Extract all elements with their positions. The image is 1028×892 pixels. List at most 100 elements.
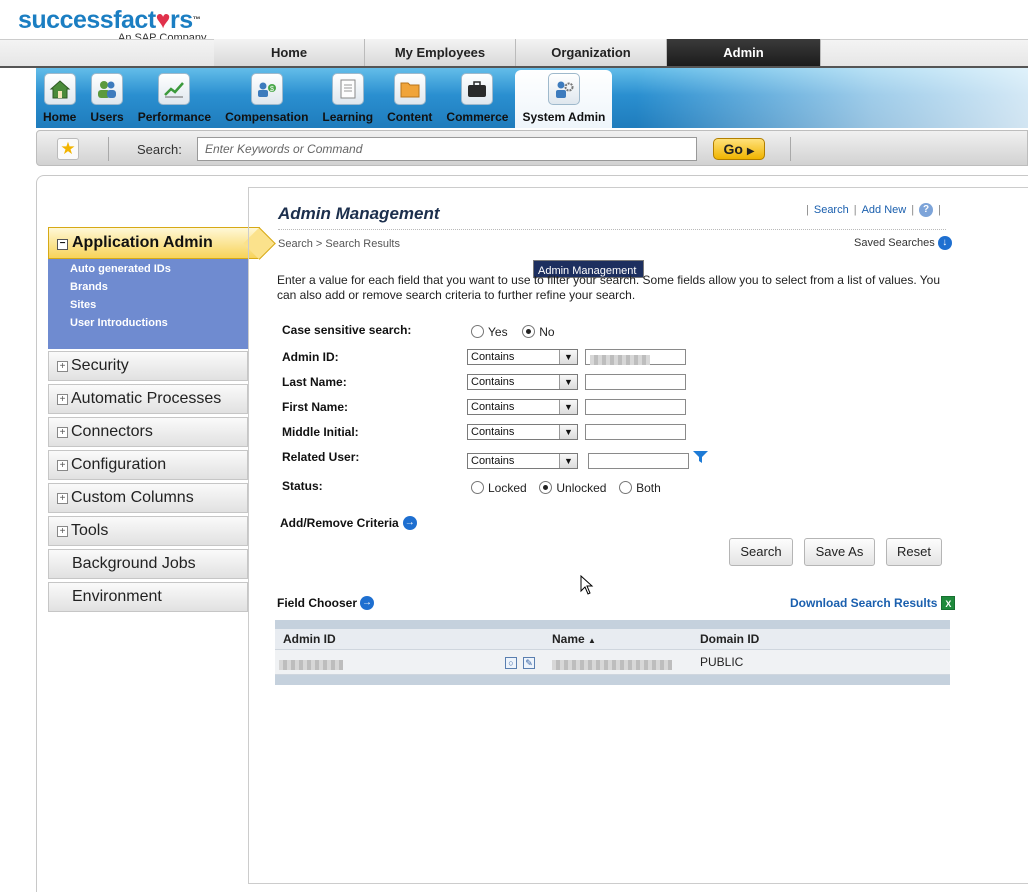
add-remove-criteria-link[interactable]: Add/Remove Criteria → bbox=[280, 516, 417, 530]
status-label: Status: bbox=[282, 479, 323, 493]
top-tab-home[interactable]: Home bbox=[214, 39, 365, 66]
status-locked-radio[interactable] bbox=[471, 481, 484, 494]
view-icon[interactable]: ○ bbox=[505, 656, 517, 669]
search-button[interactable]: Search bbox=[729, 538, 793, 566]
successfactors-logo[interactable]: successfact♥rs™ An SAP Company bbox=[18, 6, 206, 44]
admin-id-operator-select[interactable]: Contains ▼ bbox=[467, 349, 578, 365]
search-bar-divider-right bbox=[790, 137, 791, 161]
download-search-results-link[interactable]: Download Search Results X bbox=[790, 596, 956, 610]
help-icon[interactable]: ? bbox=[919, 203, 934, 217]
search-bar-divider bbox=[108, 137, 109, 161]
chevron-down-icon: ▼ bbox=[559, 375, 577, 389]
module-compensation[interactable]: $ Compensation bbox=[218, 68, 315, 128]
system-admin-icon bbox=[547, 73, 580, 105]
results-table-topbar bbox=[275, 620, 950, 629]
reset-button[interactable]: Reset bbox=[886, 538, 942, 566]
logo-wordmark: successfact♥rs™ bbox=[18, 6, 201, 34]
sidebar-section-custom-columns[interactable]: + Custom Columns bbox=[48, 483, 248, 513]
sidebar-item-sites[interactable]: Sites bbox=[48, 296, 248, 314]
breadcrumb: Search > Search Results bbox=[278, 238, 400, 250]
users-icon bbox=[91, 73, 124, 105]
module-home[interactable]: Home bbox=[36, 68, 83, 128]
chevron-down-icon: ▼ bbox=[559, 454, 577, 468]
content-icon bbox=[393, 73, 426, 105]
case-yes-radio[interactable] bbox=[471, 325, 484, 338]
sidebar-item-auto-generated-ids[interactable]: Auto generated IDs bbox=[48, 260, 248, 278]
compensation-icon: $ bbox=[250, 73, 283, 105]
middle-initial-operator-select[interactable]: Contains ▼ bbox=[467, 424, 578, 440]
top-tab-admin[interactable]: Admin bbox=[667, 39, 821, 66]
save-as-button[interactable]: Save As bbox=[804, 538, 875, 566]
search-input[interactable]: Enter Keywords or Command bbox=[197, 137, 697, 161]
sidebar-item-brands[interactable]: Brands bbox=[48, 278, 248, 296]
last-name-operator-select[interactable]: Contains ▼ bbox=[467, 374, 578, 390]
related-user-operator-select[interactable]: Contains ▼ bbox=[467, 453, 578, 469]
top-tab-my-employees[interactable]: My Employees bbox=[365, 39, 516, 66]
column-header-admin-id[interactable]: Admin ID bbox=[283, 632, 336, 646]
case-no-radio[interactable] bbox=[522, 325, 536, 338]
related-user-label: Related User: bbox=[282, 450, 360, 464]
module-performance[interactable]: Performance bbox=[131, 68, 218, 128]
redacted-value bbox=[552, 659, 672, 670]
last-name-input[interactable] bbox=[585, 374, 686, 390]
sidebar-application-admin[interactable]: − Application Admin bbox=[48, 227, 260, 259]
column-header-domain-id[interactable]: Domain ID bbox=[700, 632, 759, 646]
sidebar-section-tools[interactable]: + Tools bbox=[48, 516, 248, 546]
status-unlocked-radio[interactable] bbox=[539, 481, 553, 494]
add-new-link[interactable]: Add New bbox=[862, 204, 907, 216]
search-link[interactable]: Search bbox=[814, 204, 849, 216]
admin-id-input[interactable] bbox=[585, 349, 686, 365]
sidebar-section-environment[interactable]: Environment bbox=[48, 582, 248, 612]
module-commerce[interactable]: Commerce bbox=[439, 68, 515, 128]
performance-icon bbox=[158, 73, 191, 105]
case-sensitive-label: Case sensitive search: bbox=[282, 323, 412, 337]
case-sensitive-options: Yes No bbox=[471, 325, 555, 339]
sidebar-section-automatic-processes[interactable]: + Automatic Processes bbox=[48, 384, 248, 414]
sidebar-section-security[interactable]: + Security bbox=[48, 351, 248, 381]
first-name-input[interactable] bbox=[585, 399, 686, 415]
module-users[interactable]: Users bbox=[83, 68, 130, 128]
global-search-bar: ★ Search: Enter Keywords or Command Go ▶ bbox=[36, 130, 1028, 166]
top-tab-organization[interactable]: Organization bbox=[516, 39, 667, 66]
expand-icon: + bbox=[57, 361, 68, 372]
module-content[interactable]: Content bbox=[380, 68, 439, 128]
cell-domain-id: PUBLIC bbox=[700, 655, 744, 669]
cell-name bbox=[552, 657, 672, 671]
middle-initial-input[interactable] bbox=[585, 424, 686, 440]
sidebar-subnav: Admin Management Auto generated IDs Bran… bbox=[48, 259, 644, 349]
field-chooser-link[interactable]: Field Chooser → bbox=[277, 596, 375, 610]
sidebar-section-configuration[interactable]: + Configuration bbox=[48, 450, 248, 480]
edit-icon[interactable]: ✎ bbox=[523, 656, 535, 669]
saved-searches-dropdown[interactable]: Saved Searches ↓ bbox=[854, 236, 952, 250]
module-learning[interactable]: Learning bbox=[315, 68, 380, 128]
learning-icon bbox=[331, 73, 364, 105]
module-system-admin[interactable]: System Admin bbox=[515, 70, 613, 128]
sidebar-section-connectors[interactable]: + Connectors bbox=[48, 417, 248, 447]
row-actions: ○ ✎ bbox=[505, 655, 541, 669]
redacted-value bbox=[279, 659, 343, 670]
filter-icon[interactable] bbox=[693, 451, 708, 464]
column-header-name[interactable]: Name ▲ bbox=[552, 632, 596, 646]
excel-icon: X bbox=[941, 596, 956, 610]
status-both-radio[interactable] bbox=[619, 481, 633, 494]
sidebar-section-background-jobs[interactable]: Background Jobs bbox=[48, 549, 248, 579]
commerce-icon bbox=[461, 73, 494, 105]
expand-icon: + bbox=[57, 460, 68, 471]
search-label: Search: bbox=[137, 142, 182, 157]
title-divider bbox=[278, 229, 946, 230]
go-button[interactable]: Go ▶ bbox=[713, 138, 765, 160]
redacted-value bbox=[590, 354, 650, 365]
last-name-label: Last Name: bbox=[282, 375, 347, 389]
home-icon bbox=[43, 73, 76, 105]
related-user-input[interactable] bbox=[588, 453, 689, 469]
expand-icon: + bbox=[57, 427, 68, 438]
expand-icon: + bbox=[57, 526, 68, 537]
expand-icon: + bbox=[57, 493, 68, 504]
module-list: Home Users Performance $ Compensation Le… bbox=[36, 68, 613, 128]
first-name-label: First Name: bbox=[282, 400, 349, 414]
chevron-down-icon: ▼ bbox=[559, 425, 577, 439]
sidebar-item-user-introductions[interactable]: User Introductions bbox=[48, 314, 248, 332]
first-name-operator-select[interactable]: Contains ▼ bbox=[467, 399, 578, 415]
favorites-star-icon[interactable]: ★ bbox=[57, 138, 79, 160]
table-row[interactable]: ○ ✎ PUBLIC bbox=[275, 650, 950, 675]
